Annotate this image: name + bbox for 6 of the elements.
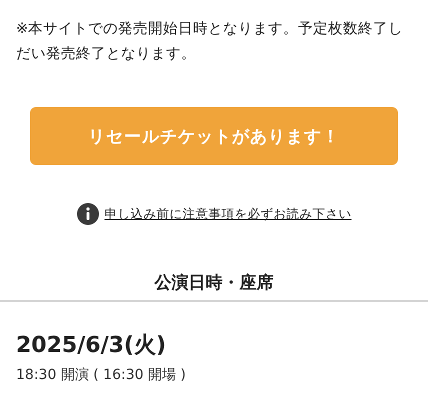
notice-text: ※本サイトでの発売開始日時となります。予定枚数終了しだい発売終了となります。 — [15, 20, 404, 64]
info-icon — [76, 203, 98, 225]
performance-time: 18:30 開演 ( 16:30 開場 ) — [15, 366, 187, 384]
caution-link[interactable]: 申し込み前に注意事項を必ずお読み下さい — [104, 206, 352, 222]
section-title: 公演日時・座席 — [0, 271, 428, 302]
performance-date: 2025/6/3(火) — [15, 332, 168, 360]
